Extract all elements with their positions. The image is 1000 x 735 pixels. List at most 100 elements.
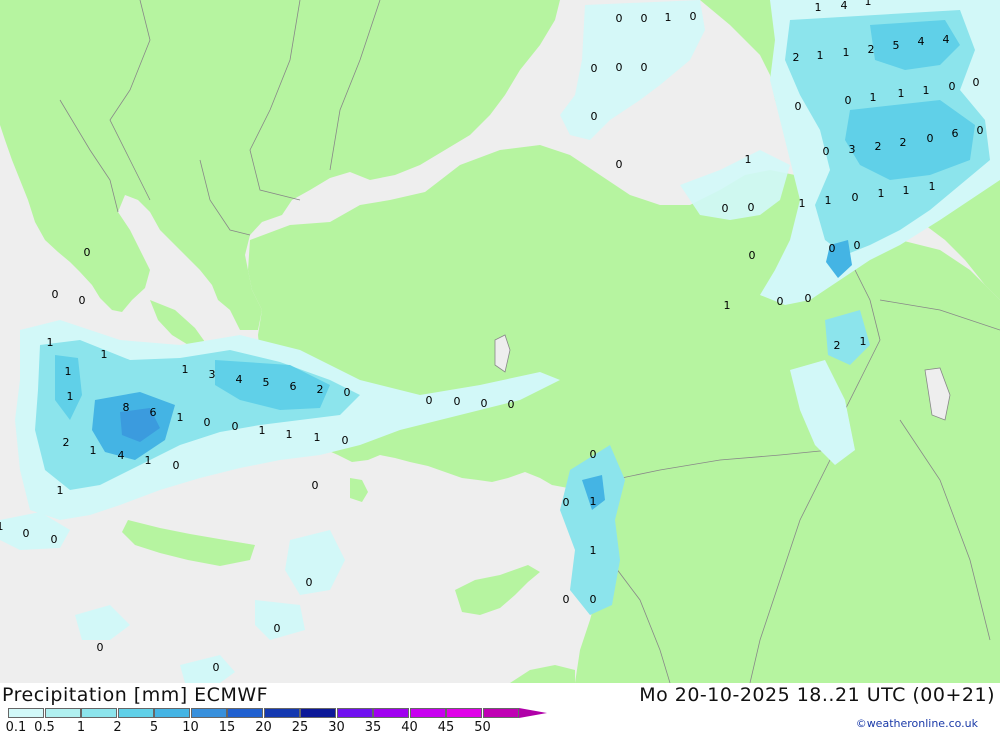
legend-swatch bbox=[446, 708, 482, 718]
precip-value-label: 1 bbox=[898, 87, 905, 100]
precip-value-label: 1 bbox=[590, 544, 597, 557]
precip-value-label: 8 bbox=[123, 401, 130, 414]
precip-value-label: 1 bbox=[57, 484, 64, 497]
precip-value-label: 4 bbox=[118, 449, 125, 462]
precip-value-label: 2 bbox=[317, 383, 324, 396]
precip-value-label: 0 bbox=[344, 386, 351, 399]
legend-swatch bbox=[373, 708, 409, 718]
precip-value-label: 1 bbox=[590, 495, 597, 508]
precip-value-label: 0 bbox=[426, 394, 433, 407]
precip-value-label: 4 bbox=[236, 373, 243, 386]
precip-value-label: 0 bbox=[590, 593, 597, 606]
precip-value-label: 6 bbox=[290, 380, 297, 393]
precip-value-label: 0 bbox=[749, 249, 756, 262]
precip-value-label: 0 bbox=[590, 448, 597, 461]
precip-value-label: 0 bbox=[795, 100, 802, 113]
precip-value-label: 4 bbox=[943, 33, 950, 46]
precip-value-label: 0 bbox=[213, 661, 220, 674]
precip-value-label: 0 bbox=[454, 395, 461, 408]
footer: Precipitation [mm] ECMWF Mo 20-10-2025 1… bbox=[0, 683, 1000, 735]
precip-value-label: 0 bbox=[232, 420, 239, 433]
precip-value-label: 2 bbox=[63, 436, 70, 449]
precip-value-label: 0 bbox=[173, 459, 180, 472]
legend-swatch bbox=[44, 708, 81, 718]
precipitation-map: 0 0 1 0 1 4 1 0 0 0 2 1 1 2 5 4 4 0 0 0 1 1 1 0 0 0 1 0 3 2 2 0 6 0 0 0 1 1 0 1… bbox=[0, 0, 1000, 683]
precip-value-label: 1 bbox=[860, 335, 867, 348]
precip-value-label: 2 bbox=[875, 140, 882, 153]
precip-value-label: 1 bbox=[724, 299, 731, 312]
legend-swatch bbox=[8, 708, 44, 718]
precip-value-label: 1 bbox=[314, 431, 321, 444]
precip-value-label: 0 bbox=[927, 132, 934, 145]
precip-value-label: 1 bbox=[145, 454, 152, 467]
precip-value-label: 1 bbox=[665, 11, 672, 24]
precip-value-label: 1 bbox=[90, 444, 97, 457]
precip-value-label: 0 bbox=[312, 479, 319, 492]
precip-value-label: 1 bbox=[878, 187, 885, 200]
legend-swatch bbox=[117, 708, 154, 718]
legend-swatch bbox=[336, 708, 373, 718]
legend-swatch bbox=[190, 708, 227, 718]
precip-value-label: 1 bbox=[923, 84, 930, 97]
precip-value-label: 1 bbox=[817, 49, 824, 62]
precip-value-label: 2 bbox=[834, 339, 841, 352]
legend-swatch bbox=[227, 708, 263, 718]
legend-swatch bbox=[81, 708, 117, 718]
precip-value-label: 0 bbox=[306, 576, 313, 589]
precip-value-label: 1 bbox=[815, 1, 822, 14]
precip-value-label: 0 bbox=[777, 295, 784, 308]
precip-value-label: 0 bbox=[690, 10, 697, 23]
precip-value-label: 6 bbox=[952, 127, 959, 140]
precip-value-label: 4 bbox=[918, 35, 925, 48]
precip-value-label: 1 bbox=[799, 197, 806, 210]
precip-value-label: 1 bbox=[903, 184, 910, 197]
precip-value-label: 1 bbox=[182, 363, 189, 376]
precip-value-label: 1 bbox=[870, 91, 877, 104]
precip-value-label: 0 bbox=[805, 292, 812, 305]
precip-value-label: 0 bbox=[823, 145, 830, 158]
precip-value-label: 0 bbox=[508, 398, 515, 411]
precip-value-label: 3 bbox=[209, 368, 216, 381]
precip-value-label: 0 bbox=[854, 239, 861, 252]
precip-value-label: 0 bbox=[852, 191, 859, 204]
precip-value-label: 0 bbox=[204, 416, 211, 429]
map-canvas: 0 0 1 0 1 4 1 0 0 0 2 1 1 2 5 4 4 0 0 0 1 1 1 0 0 0 1 0 3 2 2 0 6 0 0 0 1 1 0 1… bbox=[0, 0, 1000, 683]
precip-value-label: 0 bbox=[23, 527, 30, 540]
precip-value-label: 1 bbox=[259, 424, 266, 437]
legend-swatch bbox=[154, 708, 190, 718]
precip-value-label: 0 bbox=[616, 158, 623, 171]
precip-value-label: 0 bbox=[52, 288, 59, 301]
precip-value-label: 0 bbox=[51, 533, 58, 546]
precip-value-label: 1 bbox=[865, 0, 872, 8]
precip-value-label: 0 bbox=[591, 110, 598, 123]
precip-value-label: 1 bbox=[67, 390, 74, 403]
precip-value-label: 0 bbox=[481, 397, 488, 410]
precip-value-label: 0 bbox=[342, 434, 349, 447]
precip-value-label: 0 bbox=[845, 94, 852, 107]
precip-value-label: 0 bbox=[79, 294, 86, 307]
precip-value-label: 0 bbox=[97, 641, 104, 654]
precip-value-label: 5 bbox=[263, 376, 270, 389]
legend-swatch bbox=[300, 708, 336, 718]
precip-value-label: 1 bbox=[101, 348, 108, 361]
precip-value-label: 0 bbox=[722, 202, 729, 215]
precip-value-label: 0 bbox=[748, 201, 755, 214]
precip-value-label: 1 bbox=[745, 153, 752, 166]
precip-value-label: 1 bbox=[929, 180, 936, 193]
map-title: Precipitation [mm] ECMWF bbox=[2, 684, 269, 706]
precip-value-label: 1 bbox=[47, 336, 54, 349]
legend-swatch bbox=[482, 708, 519, 718]
precip-value-label: 1 bbox=[177, 411, 184, 424]
credit-link[interactable]: ©weatheronline.co.uk bbox=[856, 717, 978, 730]
legend-swatch bbox=[263, 708, 300, 718]
precip-value-label: 0 bbox=[977, 124, 984, 137]
precip-value-label: 0 bbox=[563, 496, 570, 509]
legend-ticks: 0.1 0.5 1 2 5 10 15 20 25 30 35 40 45 50 bbox=[0, 720, 560, 735]
precip-value-label: 1 bbox=[843, 46, 850, 59]
precip-value-label: 2 bbox=[900, 136, 907, 149]
precip-value-label: 1 bbox=[65, 365, 72, 378]
precip-value-label: 0 bbox=[274, 622, 281, 635]
map-datetime: Mo 20-10-2025 18..21 UTC (00+21) bbox=[639, 684, 995, 706]
precip-value-label: 0 bbox=[563, 593, 570, 606]
precip-value-label: 2 bbox=[868, 43, 875, 56]
